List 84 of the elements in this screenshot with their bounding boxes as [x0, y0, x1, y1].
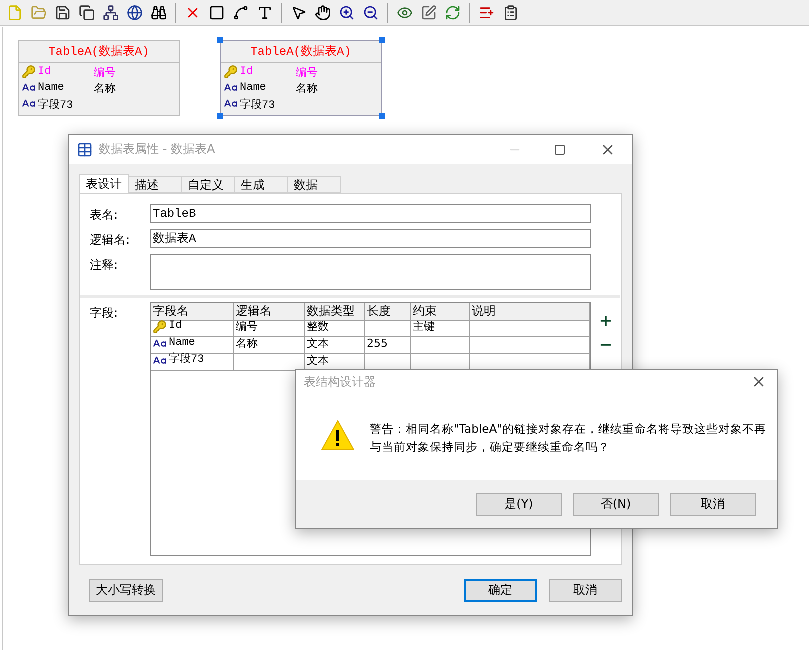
- entity-title: TableA(数据表A): [19, 41, 179, 63]
- entity-card[interactable]: TableA(数据表A) Id 编号 Name 名称 字段73: [220, 40, 382, 116]
- dialog-button[interactable]: 大小写转换: [89, 578, 163, 602]
- properties-icon[interactable]: [502, 4, 518, 20]
- connector-icon[interactable]: [232, 4, 248, 20]
- cell-text: 字段73: [169, 354, 204, 367]
- selection-handle[interactable]: [217, 113, 223, 119]
- table-cell[interactable]: 编号: [234, 320, 305, 337]
- entity-title: TableA(数据表A): [221, 41, 381, 63]
- selection-handle[interactable]: [217, 37, 223, 43]
- tab[interactable]: 自定义: [181, 176, 235, 193]
- tab[interactable]: 表设计: [79, 174, 129, 193]
- selection-handle[interactable]: [379, 113, 385, 119]
- field-label: 注释:: [90, 257, 120, 274]
- field-name: Id: [38, 66, 52, 78]
- copy-icon[interactable]: [78, 4, 94, 20]
- field-name: Id: [240, 66, 254, 78]
- zoom-in-icon[interactable]: [338, 4, 354, 20]
- text-tool-icon[interactable]: [256, 4, 272, 20]
- table-cell[interactable]: Id: [151, 320, 234, 337]
- refresh-icon[interactable]: [444, 4, 460, 20]
- pointer-icon[interactable]: [290, 4, 306, 20]
- window-title: 数据表属性 - 数据表A: [99, 141, 216, 158]
- column-header[interactable]: 字段名: [151, 303, 234, 321]
- table-cell[interactable]: [365, 320, 411, 337]
- warning-message: 警告：相同名称"TableA"的链接对象存在，继续重命名将导致这些对象不再与当前对象保持同步，确定要继续重命名吗？: [370, 421, 768, 456]
- selection-handle[interactable]: [379, 37, 385, 43]
- logical-name-field[interactable]: 数据表A: [150, 229, 591, 248]
- table-cell[interactable]: 255: [365, 337, 411, 354]
- table-cell[interactable]: [411, 337, 470, 354]
- field-logical-name: 编号: [94, 66, 117, 80]
- table-cell[interactable]: Name: [151, 337, 234, 354]
- field-label: 表名:: [90, 207, 120, 224]
- globe-icon[interactable]: [126, 4, 142, 20]
- message-button[interactable]: 是(Y): [476, 493, 562, 516]
- cell-text: Id: [169, 320, 182, 333]
- comment-field[interactable]: [150, 254, 591, 290]
- table-cell[interactable]: 整数: [305, 320, 365, 337]
- edit-icon[interactable]: [420, 4, 436, 20]
- dialog-button[interactable]: 取消: [549, 578, 622, 602]
- warning-icon: [321, 420, 355, 451]
- field-name: Name: [38, 82, 66, 94]
- table-cell[interactable]: 文本: [305, 337, 365, 354]
- field-logical-name: 名称: [296, 82, 319, 96]
- tree-icon[interactable]: [102, 4, 118, 20]
- table-cell[interactable]: 主键: [411, 320, 470, 337]
- column-header[interactable]: 逻辑名: [234, 303, 305, 321]
- column-header[interactable]: 数据类型: [305, 303, 365, 321]
- remove-button[interactable]: −: [599, 336, 613, 354]
- field-name: 字段73: [38, 98, 74, 112]
- column-header[interactable]: 说明: [470, 303, 590, 321]
- cell-text: Name: [169, 337, 196, 350]
- field-logical-name: 名称: [94, 82, 117, 96]
- column-header[interactable]: 约束: [411, 303, 470, 321]
- tab[interactable]: 生成: [234, 176, 288, 193]
- entity-card[interactable]: TableA(数据表A) Id 编号 Name 名称 字段73: [18, 40, 180, 116]
- table-cell[interactable]: 名称: [234, 337, 305, 354]
- binoculars-icon[interactable]: [150, 4, 166, 20]
- field-label: 字段:: [90, 305, 120, 322]
- hand-icon[interactable]: [314, 4, 330, 20]
- field-label: 逻辑名:: [90, 232, 132, 249]
- table-cell[interactable]: [470, 320, 590, 337]
- table-cell[interactable]: 字段73: [151, 354, 234, 371]
- key-icon: [22, 65, 36, 79]
- table-name-field[interactable]: TableB: [150, 204, 591, 223]
- column-header[interactable]: 长度: [365, 303, 411, 321]
- message-button[interactable]: 取消: [670, 493, 756, 516]
- tab[interactable]: 数据: [287, 176, 341, 193]
- maximize-icon[interactable]: [554, 144, 566, 156]
- save-icon[interactable]: [54, 4, 70, 20]
- window-title: 表结构设计器: [304, 374, 377, 390]
- field-name: Name: [240, 82, 268, 94]
- add-button[interactable]: +: [599, 312, 613, 330]
- eye-icon[interactable]: [396, 4, 412, 20]
- key-icon: [153, 320, 167, 334]
- field-logical-name: 编号: [296, 66, 319, 80]
- message-button[interactable]: 否(N): [573, 493, 659, 516]
- zoom-out-icon[interactable]: [362, 4, 378, 20]
- tab[interactable]: 描述: [128, 176, 182, 193]
- table-cell[interactable]: [470, 337, 590, 354]
- dialog-button[interactable]: 确定: [464, 578, 537, 602]
- key-icon: [224, 65, 238, 79]
- add-list-icon[interactable]: [478, 4, 494, 20]
- field-name: 字段73: [240, 98, 276, 112]
